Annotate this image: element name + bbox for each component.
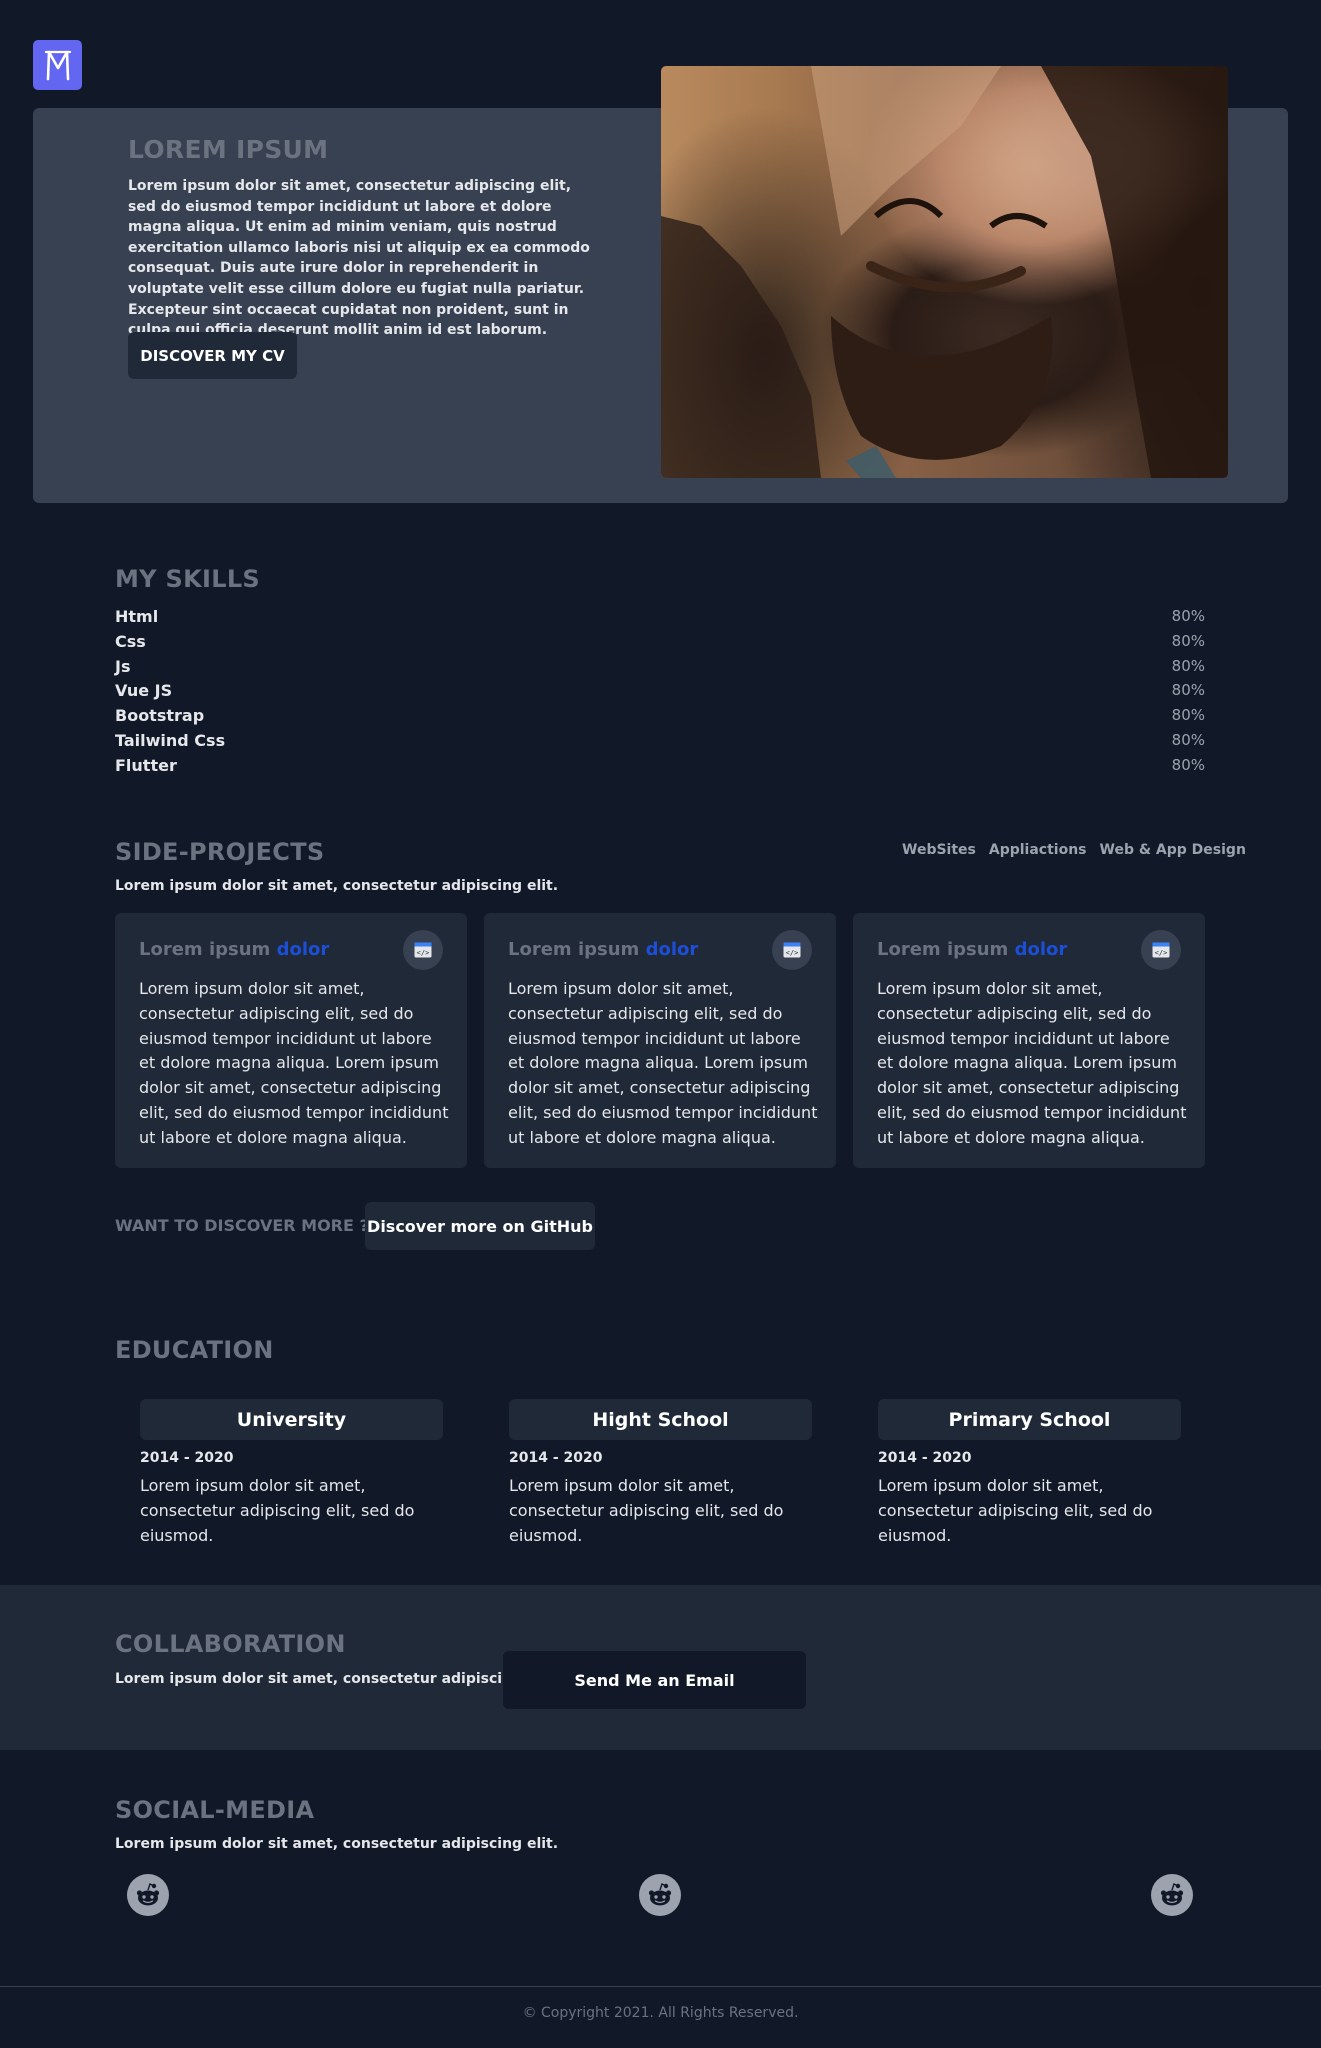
footer-divider [0, 1986, 1321, 1987]
reddit-icon[interactable] [127, 1874, 169, 1916]
hero-text: Lorem ipsum dolor sit amet, consectetur … [128, 178, 590, 339]
education-item-text: Lorem ipsum dolor sit amet, consectetur … [140, 1476, 415, 1545]
education-item-years: 2014 - 2020 [140, 1450, 234, 1466]
discover-more-label: WANT TO DISCOVER MORE ? [115, 1216, 369, 1235]
skill-name: Tailwind Css [115, 730, 226, 750]
skills-title: MY SKILLS [115, 565, 261, 593]
skill-name: Html [115, 606, 159, 626]
project-card-body: Lorem ipsum dolor sit amet, consectetur … [139, 979, 449, 1147]
hero-title: LOREM IPSUM [128, 135, 329, 164]
svg-text:</>: </> [417, 949, 430, 957]
skill-percent: 80% [1171, 632, 1205, 650]
projects-lead: Lorem ipsum dolor sit amet, consectetur … [115, 878, 559, 894]
skill-row: Html 80% [115, 604, 1205, 628]
project-card-title: Lorem ipsum dolor [139, 939, 329, 960]
project-card[interactable]: Lorem ipsum dolor </> Lorem ipsum dolor … [484, 913, 836, 1168]
svg-text:</>: </> [1155, 949, 1168, 957]
collaboration-lead: Lorem ipsum dolor sit amet, consectetur … [115, 1671, 559, 1687]
skill-name: Bootstrap [115, 705, 205, 725]
project-card[interactable]: Lorem ipsum dolor </> Lorem ipsum dolor … [115, 913, 467, 1168]
education-item-years: 2014 - 2020 [509, 1450, 603, 1466]
skill-row: Bootstrap 80% [115, 703, 1205, 727]
skill-name: Vue JS [115, 680, 173, 700]
code-window-icon[interactable]: </> [403, 930, 443, 970]
education-item: University 2014 - 2020 Lorem ipsum dolor… [140, 1399, 443, 1548]
collaboration-title: COLLABORATION [115, 1630, 346, 1658]
project-card-title-text: Lorem ipsum [139, 939, 271, 960]
filter-websites[interactable]: WebSites [902, 842, 976, 858]
education-item-title: Hight School [509, 1399, 812, 1440]
project-card-title-text: Lorem ipsum [877, 939, 1009, 960]
skill-row: Tailwind Css 80% [115, 728, 1205, 752]
project-card-title-accent: dolor [1014, 939, 1068, 960]
skill-row: Flutter 80% [115, 753, 1205, 777]
profile-photo-illustration [661, 66, 1228, 478]
project-filters: WebSites Appliactions Web & App Design [902, 842, 1246, 858]
skill-name: Flutter [115, 755, 177, 775]
reddit-icon[interactable] [1151, 1874, 1193, 1916]
project-card-title-accent: dolor [645, 939, 699, 960]
logo-m-icon [44, 50, 71, 81]
social-title: SOCIAL-MEDIA [115, 1796, 315, 1824]
skill-percent: 80% [1171, 706, 1205, 724]
send-email-button[interactable]: Send Me an Email [503, 1651, 806, 1709]
skill-row: Vue JS 80% [115, 678, 1205, 702]
skill-row: Css 80% [115, 629, 1205, 653]
logo[interactable] [33, 40, 82, 90]
profile-photo [661, 66, 1228, 478]
svg-text:</>: </> [786, 949, 799, 957]
education-item: Hight School 2014 - 2020 Lorem ipsum dol… [509, 1399, 812, 1548]
project-card[interactable]: Lorem ipsum dolor </> Lorem ipsum dolor … [853, 913, 1205, 1168]
github-button[interactable]: Discover more on GitHub [365, 1202, 595, 1250]
project-card-title-text: Lorem ipsum [508, 939, 640, 960]
education-item-text: Lorem ipsum dolor sit amet, consectetur … [878, 1476, 1153, 1545]
skill-percent: 80% [1171, 657, 1205, 675]
education-title: EDUCATION [115, 1336, 274, 1364]
project-card-title: Lorem ipsum dolor [508, 939, 698, 960]
education-item: Primary School 2014 - 2020 Lorem ipsum d… [878, 1399, 1181, 1548]
skill-name: Css [115, 631, 146, 651]
skill-name: Js [115, 656, 131, 676]
footer-copyright: © Copyright 2021. All Rights Reserved. [522, 2005, 799, 2021]
skill-percent: 80% [1171, 681, 1205, 699]
education-item-title: Primary School [878, 1399, 1181, 1440]
project-card-body: Lorem ipsum dolor sit amet, consectetur … [877, 979, 1187, 1147]
skill-percent: 80% [1171, 731, 1205, 749]
discover-cv-button[interactable]: DISCOVER MY CV [128, 332, 297, 379]
reddit-icon[interactable] [639, 1874, 681, 1916]
education-item-text: Lorem ipsum dolor sit amet, consectetur … [509, 1476, 784, 1545]
projects-title: SIDE-PROJECTS [115, 838, 325, 866]
education-item-years: 2014 - 2020 [878, 1450, 972, 1466]
skill-percent: 80% [1171, 607, 1205, 625]
project-card-body: Lorem ipsum dolor sit amet, consectetur … [508, 979, 818, 1147]
skill-row: Js 80% [115, 654, 1205, 678]
social-lead: Lorem ipsum dolor sit amet, consectetur … [115, 1836, 559, 1852]
code-window-icon[interactable]: </> [772, 930, 812, 970]
code-window-icon[interactable]: </> [1141, 930, 1181, 970]
filter-applications[interactable]: Appliactions [989, 842, 1087, 858]
filter-web-app-design[interactable]: Web & App Design [1100, 842, 1246, 858]
project-card-title: Lorem ipsum dolor [877, 939, 1067, 960]
education-item-title: University [140, 1399, 443, 1440]
project-card-title-accent: dolor [276, 939, 330, 960]
skill-percent: 80% [1171, 756, 1205, 774]
